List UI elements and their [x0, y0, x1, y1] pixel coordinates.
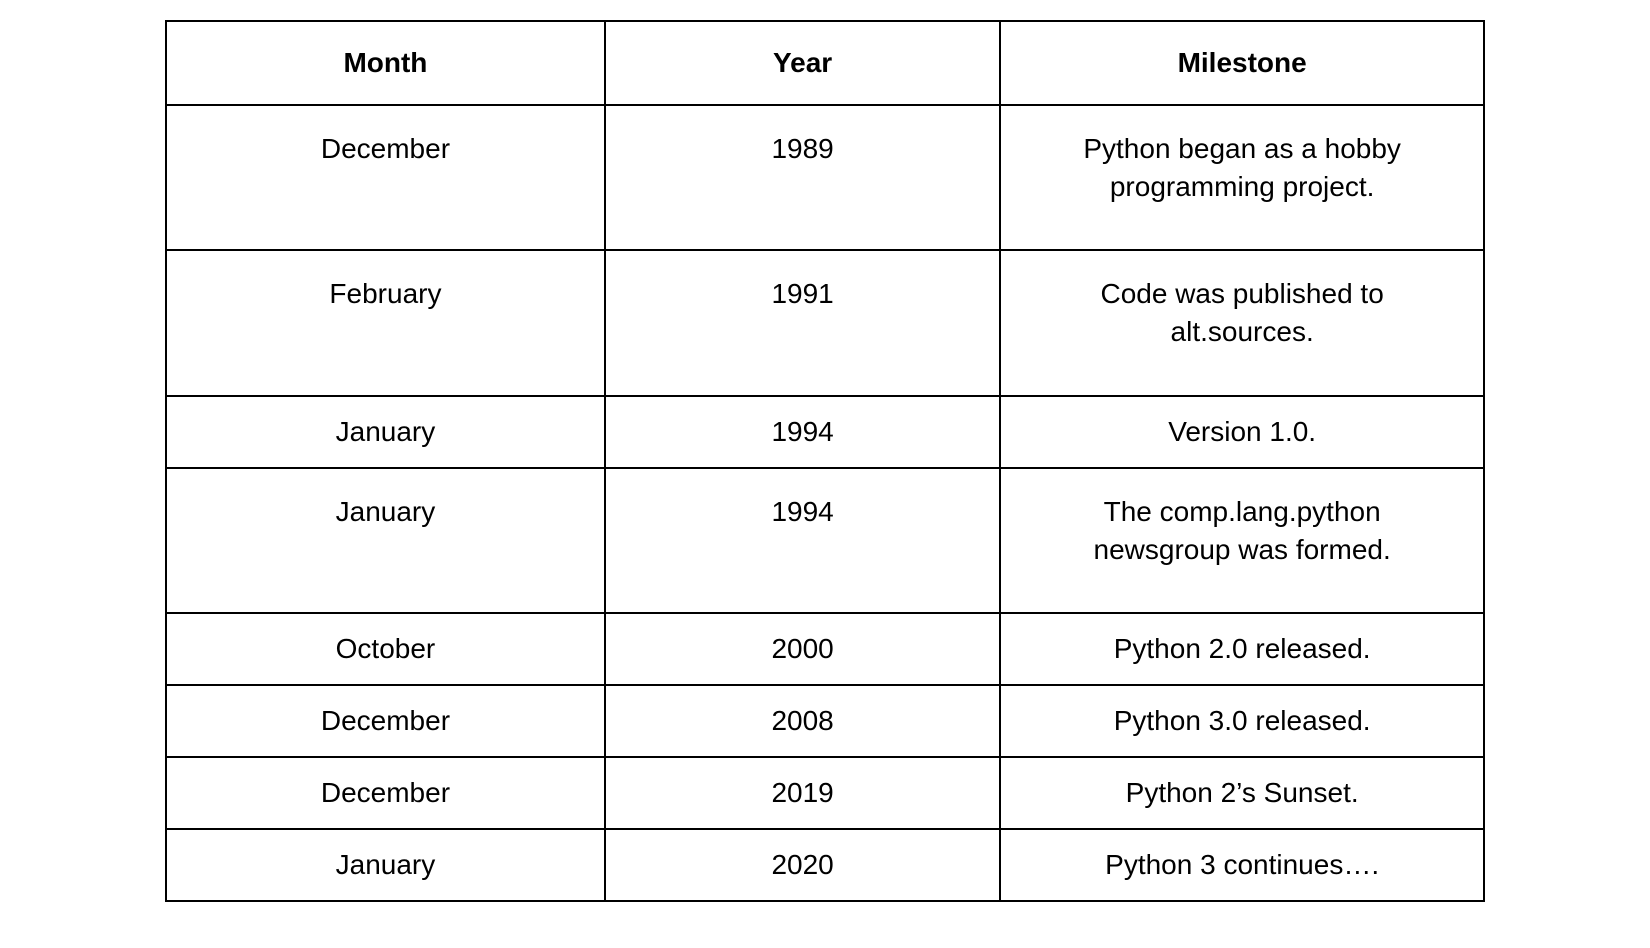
table-row: October2000Python 2.0 released.: [166, 613, 1484, 685]
cell-month: January: [166, 829, 605, 901]
header-milestone: Milestone: [1000, 21, 1484, 105]
milestone-table: Month Year Milestone December1989Python …: [165, 20, 1485, 902]
cell-milestone: Python 3 continues….: [1000, 829, 1484, 901]
header-month: Month: [166, 21, 605, 105]
cell-milestone: Python 2’s Sunset.: [1000, 757, 1484, 829]
table-row: December2008Python 3.0 released.: [166, 685, 1484, 757]
milestone-table-wrapper: Month Year Milestone December1989Python …: [165, 20, 1485, 902]
cell-month: December: [166, 685, 605, 757]
table-row: January2020Python 3 continues….: [166, 829, 1484, 901]
cell-month: February: [166, 250, 605, 396]
cell-milestone: Python 2.0 released.: [1000, 613, 1484, 685]
cell-year: 1989: [605, 105, 1000, 251]
cell-milestone: Version 1.0.: [1000, 396, 1484, 468]
cell-milestone: The comp.lang.python newsgroup was forme…: [1000, 468, 1484, 614]
cell-year: 1991: [605, 250, 1000, 396]
table-row: January1994Version 1.0.: [166, 396, 1484, 468]
table-row: January1994The comp.lang.python newsgrou…: [166, 468, 1484, 614]
cell-year: 2019: [605, 757, 1000, 829]
cell-year: 2020: [605, 829, 1000, 901]
cell-year: 1994: [605, 468, 1000, 614]
cell-milestone: Python began as a hobby programming proj…: [1000, 105, 1484, 251]
cell-month: October: [166, 613, 605, 685]
cell-month: January: [166, 468, 605, 614]
table-row: December1989Python began as a hobby prog…: [166, 105, 1484, 251]
header-year: Year: [605, 21, 1000, 105]
cell-year: 2000: [605, 613, 1000, 685]
cell-milestone: Code was published to alt.sources.: [1000, 250, 1484, 396]
cell-year: 2008: [605, 685, 1000, 757]
cell-month: December: [166, 757, 605, 829]
table-header-row: Month Year Milestone: [166, 21, 1484, 105]
cell-milestone: Python 3.0 released.: [1000, 685, 1484, 757]
cell-month: December: [166, 105, 605, 251]
table-row: February1991Code was published to alt.so…: [166, 250, 1484, 396]
cell-month: January: [166, 396, 605, 468]
cell-year: 1994: [605, 396, 1000, 468]
table-row: December2019Python 2’s Sunset.: [166, 757, 1484, 829]
